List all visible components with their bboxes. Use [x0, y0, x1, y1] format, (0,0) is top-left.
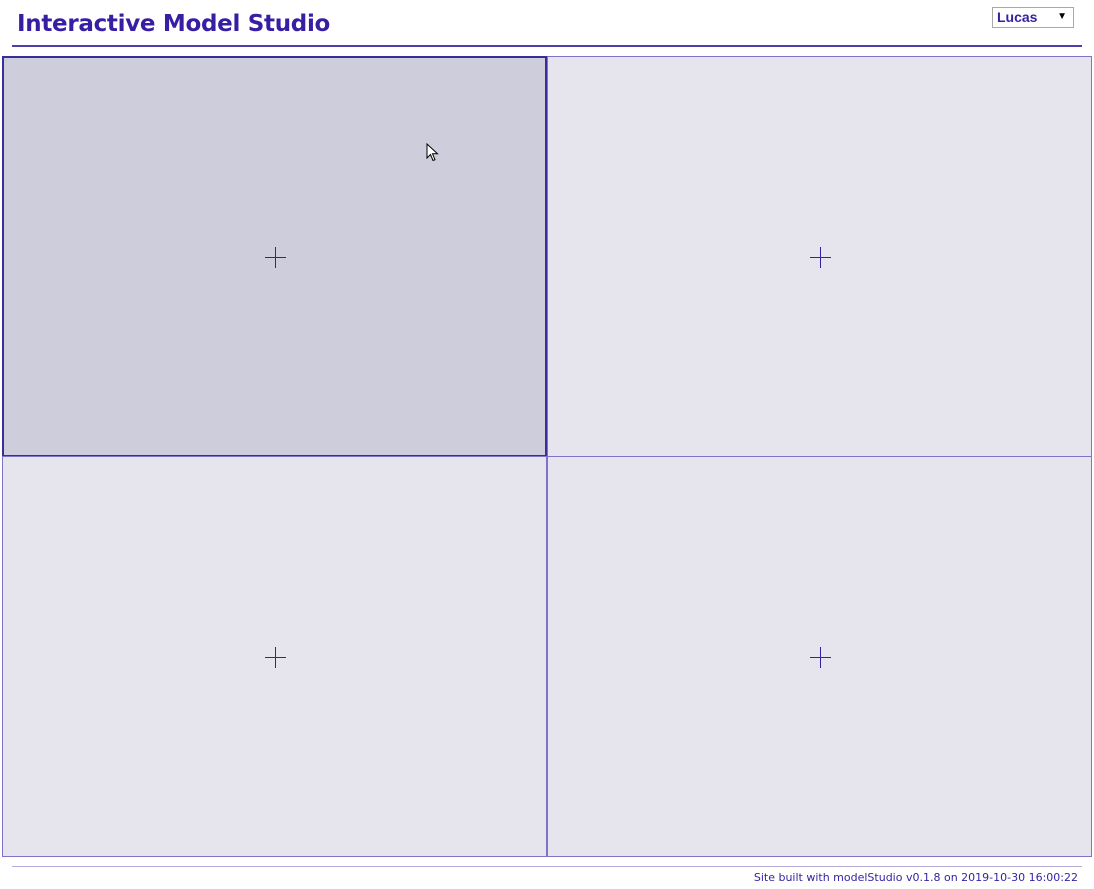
- user-select-dropdown[interactable]: Lucas ▼: [992, 7, 1074, 28]
- plus-icon[interactable]: [264, 246, 286, 268]
- header: Interactive Model Studio Lucas ▼: [12, 0, 1082, 47]
- plot-grid: [2, 56, 1092, 858]
- footer-divider: [12, 866, 1082, 867]
- plot-cell-1[interactable]: [2, 56, 547, 457]
- footer-text: Site built with modelStudio v0.1.8 on 20…: [753, 871, 1078, 884]
- dropdown-arrow-icon: ▼: [1057, 11, 1067, 22]
- user-select-value: Lucas: [997, 9, 1038, 25]
- plot-cell-3[interactable]: [2, 456, 547, 857]
- plot-cell-2[interactable]: [547, 56, 1092, 457]
- plus-icon[interactable]: [264, 646, 286, 668]
- plus-icon[interactable]: [809, 246, 831, 268]
- plot-cell-4[interactable]: [547, 456, 1092, 857]
- app-title: Interactive Model Studio: [17, 11, 331, 37]
- plus-icon[interactable]: [809, 646, 831, 668]
